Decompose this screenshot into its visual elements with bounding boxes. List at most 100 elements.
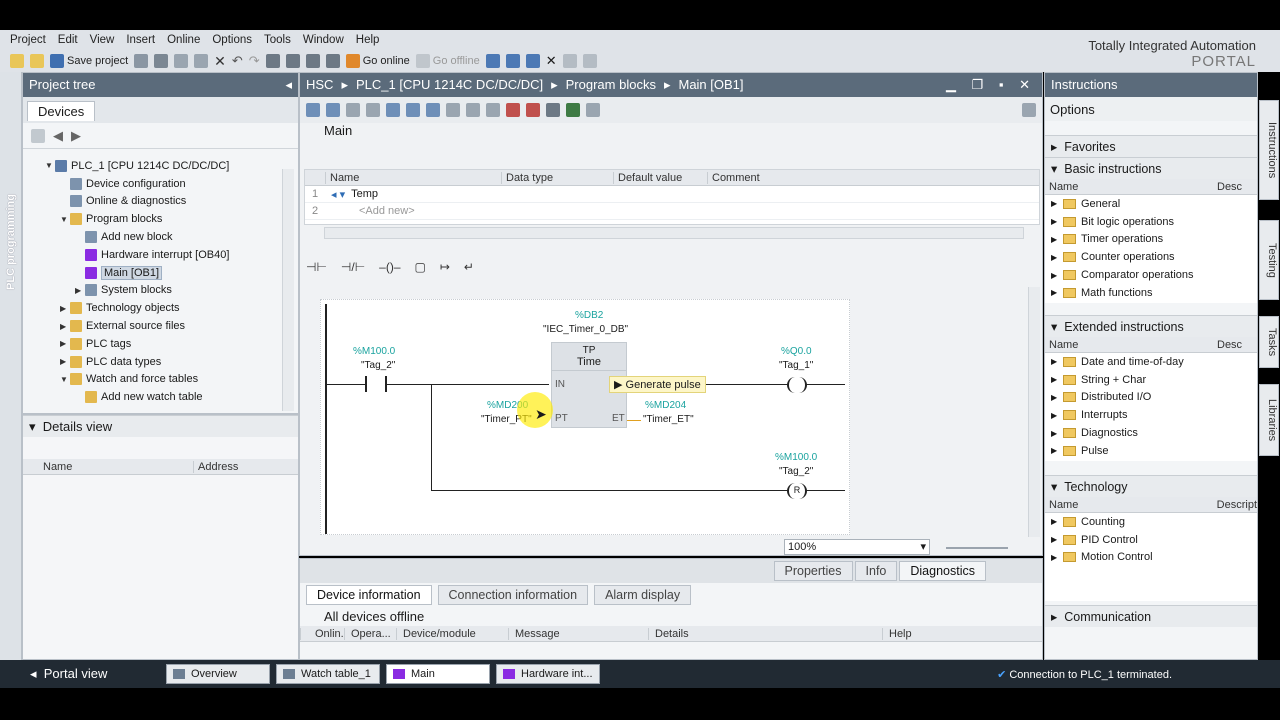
watch-icon[interactable] bbox=[586, 103, 600, 117]
open-all-networks-icon[interactable] bbox=[386, 103, 400, 117]
comment-icon[interactable] bbox=[466, 103, 480, 117]
inspector-tab-diagnostics[interactable]: Diagnostics bbox=[899, 561, 986, 581]
print-icon[interactable] bbox=[134, 54, 149, 68]
side-tab-instructions[interactable]: Instructions bbox=[1259, 100, 1279, 200]
taskbar-task[interactable]: Main bbox=[386, 664, 490, 684]
expand-arrow-icon[interactable]: ▶ bbox=[1051, 429, 1063, 438]
tree-item[interactable]: Online & diagnostics bbox=[27, 193, 298, 211]
paste-icon[interactable] bbox=[194, 54, 209, 68]
instruction-item[interactable]: ▶ Distributed I/O bbox=[1045, 389, 1257, 407]
monitoring-icon[interactable] bbox=[486, 103, 500, 117]
expand-arrow-icon[interactable]: ▼ bbox=[45, 161, 55, 170]
tree-item[interactable]: ▶ PLC tags bbox=[27, 335, 298, 353]
coil-q00[interactable] bbox=[787, 377, 807, 393]
instruction-item[interactable]: ▶ Diagnostics bbox=[1045, 424, 1257, 442]
split-horizontal-icon[interactable] bbox=[562, 54, 577, 68]
menu-item-online[interactable]: Online bbox=[167, 34, 200, 46]
menu-item-options[interactable]: Options bbox=[212, 34, 252, 46]
instruction-item[interactable]: ▶ Date and time-of-day bbox=[1045, 353, 1257, 371]
breadcrumb-item[interactable]: Main [OB1] bbox=[678, 77, 743, 92]
technology-section[interactable]: ▾ Technology bbox=[1045, 475, 1257, 497]
taskbar-task[interactable]: Watch table_1 bbox=[276, 664, 380, 684]
menu-item-window[interactable]: Window bbox=[303, 34, 344, 46]
instruction-item[interactable]: ▶ Interrupts bbox=[1045, 406, 1257, 424]
absolute-operands-icon[interactable] bbox=[446, 103, 460, 117]
close-branch-icon[interactable]: ↵ bbox=[464, 260, 474, 274]
details-view-header[interactable]: ▾ Details view bbox=[23, 415, 298, 437]
upload-icon[interactable] bbox=[305, 54, 320, 68]
favorites-bar-icon[interactable] bbox=[426, 103, 440, 117]
go-online-button[interactable]: Go online bbox=[345, 54, 410, 68]
tree-item[interactable]: ▶ Technology objects bbox=[27, 299, 298, 317]
extended-instructions-section[interactable]: ▾ Extended instructions bbox=[1045, 315, 1257, 337]
expand-arrow-icon[interactable]: ▶ bbox=[1051, 393, 1063, 402]
start-cpu-icon[interactable] bbox=[505, 54, 520, 68]
instruction-item[interactable]: ▶ Pulse bbox=[1045, 442, 1257, 460]
side-tab-tasks[interactable]: Tasks bbox=[1259, 316, 1279, 368]
menu-item-tools[interactable]: Tools bbox=[264, 34, 291, 46]
interface-hscroll[interactable] bbox=[324, 227, 1024, 239]
instruction-item[interactable]: ▶ Counter operations bbox=[1045, 248, 1257, 266]
side-tab-testing[interactable]: Testing bbox=[1259, 220, 1279, 300]
expand-arrow-icon[interactable]: ▶ bbox=[1051, 199, 1063, 208]
open-project-icon[interactable] bbox=[30, 54, 44, 68]
insert-row-icon[interactable] bbox=[346, 103, 360, 117]
download-block-icon[interactable] bbox=[566, 103, 580, 117]
expand-arrow-icon[interactable]: ▶ bbox=[1051, 235, 1063, 244]
breadcrumb-item[interactable]: HSC bbox=[306, 77, 333, 92]
menu-item-edit[interactable]: Edit bbox=[58, 34, 78, 46]
instruction-item[interactable]: ▶ Comparator operations bbox=[1045, 266, 1257, 284]
menu-item-view[interactable]: View bbox=[90, 34, 115, 46]
instruction-item[interactable]: ▶ General bbox=[1045, 195, 1257, 213]
portal-view-button[interactable]: ◂ Portal view bbox=[30, 666, 160, 682]
expand-arrow-icon[interactable]: ▶ bbox=[1051, 253, 1063, 262]
save-project-button[interactable]: Save project bbox=[50, 54, 128, 68]
breadcrumb-item[interactable]: Program blocks bbox=[566, 77, 656, 92]
tree-item[interactable]: ▶ External source files bbox=[27, 317, 298, 335]
expand-arrow-icon[interactable]: ▶ bbox=[60, 304, 70, 313]
inspector-tab-info[interactable]: Info bbox=[854, 561, 898, 581]
expand-arrow-icon[interactable]: ▶ bbox=[60, 322, 70, 331]
favorites-section[interactable]: ▸ Favorites bbox=[1045, 135, 1257, 157]
no-contact-icon[interactable]: ⊣⊢ bbox=[306, 260, 327, 274]
undo-icon[interactable]: ↶ bbox=[232, 53, 243, 69]
expand-arrow-icon[interactable]: ▶ bbox=[1051, 517, 1063, 526]
new-project-icon[interactable] bbox=[10, 54, 24, 68]
taskbar-task[interactable]: Overview bbox=[166, 664, 270, 684]
expand-arrow-icon[interactable]: ▼ bbox=[60, 375, 70, 384]
menu-item-project[interactable]: Project bbox=[10, 34, 46, 46]
communication-section[interactable]: ▸ Communication bbox=[1045, 605, 1257, 627]
open-branch-icon[interactable]: ↦ bbox=[440, 260, 450, 274]
menu-item-help[interactable]: Help bbox=[356, 34, 380, 46]
inspector-subtab-1[interactable]: Connection information bbox=[437, 585, 589, 605]
tree-item[interactable]: Hardware interrupt [OB40] bbox=[27, 246, 298, 264]
go-offline-button[interactable]: Go offline bbox=[415, 54, 480, 68]
tree-item[interactable]: ▼ Program blocks bbox=[27, 210, 298, 228]
delete-icon[interactable]: ✕ bbox=[214, 53, 226, 70]
go-to-error-icon[interactable] bbox=[506, 103, 520, 117]
instruction-item[interactable]: ▶ Timer operations bbox=[1045, 231, 1257, 249]
inspector-subtab-2[interactable]: Alarm display bbox=[594, 585, 692, 605]
instruction-item[interactable]: ▶ Math functions bbox=[1045, 284, 1257, 302]
instruction-item[interactable]: ▶ Counting bbox=[1045, 513, 1257, 531]
tree-item[interactable]: Main [OB1] bbox=[27, 264, 298, 282]
expand-arrow-icon[interactable]: ▶ bbox=[1051, 357, 1063, 366]
expand-arrow-icon[interactable]: ▶ bbox=[1051, 375, 1063, 384]
download-icon[interactable] bbox=[285, 54, 300, 68]
expand-arrow-icon[interactable]: ▶ bbox=[75, 286, 85, 295]
simulation-icon[interactable] bbox=[325, 54, 340, 68]
expand-arrow-icon[interactable]: ▶ bbox=[1051, 271, 1063, 280]
side-tab-libraries[interactable]: Libraries bbox=[1259, 384, 1279, 456]
contact-m100[interactable] bbox=[365, 376, 387, 392]
delete-network-icon[interactable] bbox=[326, 103, 340, 117]
breakpoint-icon[interactable] bbox=[526, 103, 540, 117]
stop-cpu-icon[interactable] bbox=[525, 54, 540, 68]
reset-coil[interactable]: R bbox=[787, 483, 807, 499]
instruction-item[interactable]: ▶ PID Control bbox=[1045, 531, 1257, 549]
taskbar-task[interactable]: Hardware int... bbox=[496, 664, 600, 684]
expand-arrow-icon[interactable]: ▶ bbox=[60, 339, 70, 348]
tree-scrollbar[interactable] bbox=[282, 169, 294, 411]
interface-row[interactable]: 2 <Add new> bbox=[305, 203, 1039, 220]
accessible-devices-icon[interactable] bbox=[485, 54, 500, 68]
coil-icon[interactable]: –()– bbox=[379, 260, 400, 274]
